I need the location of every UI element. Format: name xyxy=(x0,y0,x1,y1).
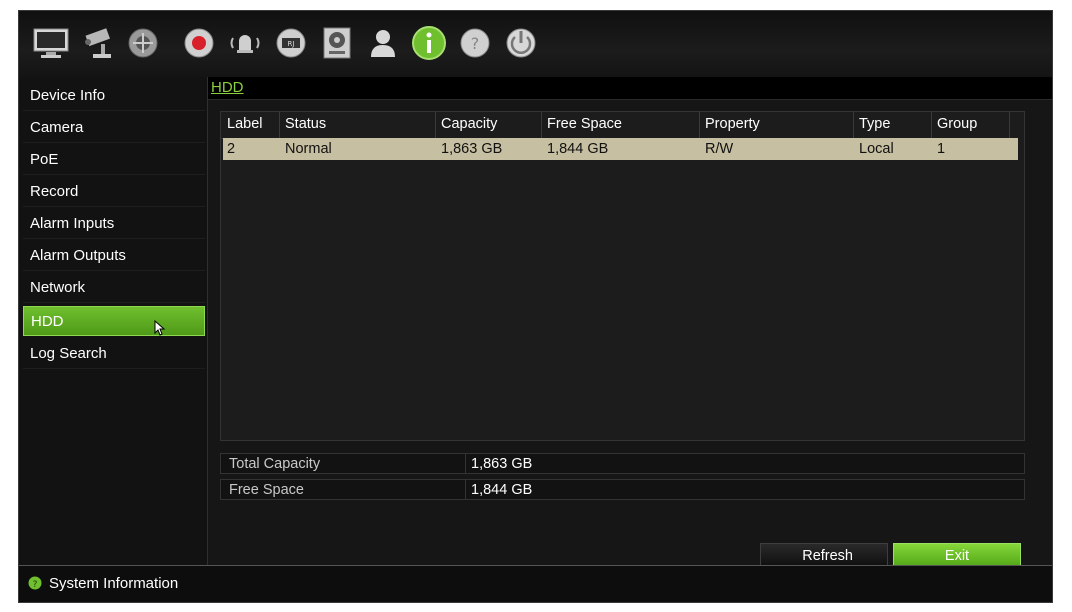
sidebar-item-label: PoE xyxy=(30,151,59,168)
cell-group: 1 xyxy=(937,141,946,157)
sidebar-item-log-search[interactable]: Log Search xyxy=(23,339,205,369)
total-capacity-row: Total Capacity 1,863 GB xyxy=(220,453,1025,474)
sidebar-item-label: Network xyxy=(30,279,86,296)
info-icon[interactable] xyxy=(409,23,449,63)
sidebar-item-poe[interactable]: PoE xyxy=(23,145,205,175)
sidebar: Device Info Camera PoE Record Alarm Inpu… xyxy=(19,77,208,567)
hdd-panel: HDD Label Status Capacity Free Space Pro… xyxy=(208,77,1052,569)
page-title[interactable]: HDD xyxy=(211,79,244,96)
sidebar-item-hdd[interactable]: HDD xyxy=(23,306,205,336)
sidebar-item-label: Alarm Outputs xyxy=(30,247,126,264)
total-capacity-value: 1,863 GB xyxy=(471,456,533,472)
sidebar-item-label: Record xyxy=(30,183,79,200)
table-header: Label Status Capacity Free Space Propert… xyxy=(221,112,1016,139)
sidebar-item-record[interactable]: Record xyxy=(23,177,205,207)
hdd-icon[interactable] xyxy=(317,23,357,63)
cell-free-space: 1,844 GB xyxy=(547,141,609,157)
cell-property: R/W xyxy=(705,141,734,157)
sidebar-item-label: Log Search xyxy=(30,345,107,362)
hdd-table: Label Status Capacity Free Space Propert… xyxy=(220,111,1025,441)
sidebar-item-label: Camera xyxy=(30,119,84,136)
user-icon[interactable] xyxy=(363,23,403,63)
monitor-icon[interactable] xyxy=(31,23,71,63)
cell-type: Local xyxy=(859,141,894,157)
ptz-dome-icon[interactable] xyxy=(123,23,163,63)
column-header-type: Type xyxy=(859,116,891,132)
sidebar-item-label: Device Info xyxy=(30,87,106,104)
column-header-capacity: Capacity xyxy=(441,116,498,132)
breadcrumb: HDD xyxy=(208,77,1052,100)
total-capacity-label: Total Capacity xyxy=(229,456,321,472)
column-header-property: Property xyxy=(705,116,760,132)
top-toolbar: RJ ? xyxy=(19,11,1052,78)
svg-text:RJ: RJ xyxy=(288,40,295,48)
sidebar-item-network[interactable]: Network xyxy=(23,273,205,303)
cell-label: 2 xyxy=(227,141,236,157)
record-icon[interactable] xyxy=(179,23,219,63)
camera-icon[interactable] xyxy=(77,23,117,63)
sidebar-item-label: HDD xyxy=(31,313,64,330)
power-icon[interactable] xyxy=(501,23,541,63)
svg-text:?: ? xyxy=(471,34,480,53)
help-icon[interactable]: ? xyxy=(455,23,495,63)
cell-capacity: 1,863 GB xyxy=(441,141,503,157)
status-text: System Information xyxy=(49,575,179,592)
free-space-row: Free Space 1,844 GB xyxy=(220,479,1025,500)
dvr-window: RJ ? Device Info Camera PoE Record Alarm… xyxy=(18,10,1053,603)
sidebar-item-alarm-outputs[interactable]: Alarm Outputs xyxy=(23,241,205,271)
column-header-free-space: Free Space xyxy=(547,116,622,132)
status-bar: ? System Information xyxy=(19,565,1052,602)
column-header-status: Status xyxy=(285,116,327,132)
help-icon: ? xyxy=(28,576,42,595)
column-header-label: Label xyxy=(227,116,263,132)
cell-status: Normal xyxy=(285,141,332,157)
sidebar-item-device-info[interactable]: Device Info xyxy=(23,81,205,111)
svg-text:?: ? xyxy=(33,580,38,590)
sidebar-item-camera[interactable]: Camera xyxy=(23,113,205,143)
sidebar-item-alarm-inputs[interactable]: Alarm Inputs xyxy=(23,209,205,239)
sidebar-item-label: Alarm Inputs xyxy=(30,215,115,232)
table-row[interactable]: 2 Normal 1,863 GB 1,844 GB R/W Local 1 xyxy=(223,138,1018,160)
network-icon[interactable]: RJ xyxy=(271,23,311,63)
free-space-value: 1,844 GB xyxy=(471,482,533,498)
free-space-label: Free Space xyxy=(229,482,304,498)
column-header-group: Group xyxy=(937,116,978,132)
alarm-icon[interactable] xyxy=(225,23,265,63)
